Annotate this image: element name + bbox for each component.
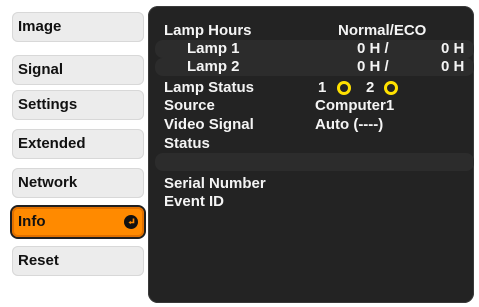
lamp-status-1-label: 1 xyxy=(318,79,327,96)
lamp-hours-label: Lamp Hours xyxy=(164,22,252,39)
menu-item-signal[interactable]: Signal xyxy=(12,55,144,85)
menu-item-label: Reset xyxy=(18,252,59,269)
lamp-hours-mode: Normal/ECO xyxy=(338,22,427,39)
menu-item-image[interactable]: Image xyxy=(12,12,144,42)
lamp-2-status-icon xyxy=(384,81,398,95)
video-signal-value: Auto (----) xyxy=(315,116,384,133)
menu-item-reset[interactable]: Reset xyxy=(12,246,144,276)
lamp2-label: Lamp 2 xyxy=(187,58,240,75)
lamp1-eco-hours: 0 H xyxy=(441,40,465,57)
enter-return-icon xyxy=(124,215,138,229)
menu-item-label: Info xyxy=(18,213,46,230)
menu-item-network[interactable]: Network xyxy=(12,168,144,198)
source-value: Computer1 xyxy=(315,97,395,114)
serial-number-label: Serial Number xyxy=(164,175,266,192)
status-label: Status xyxy=(164,135,210,152)
lamp1-label: Lamp 1 xyxy=(187,40,240,57)
video-signal-label: Video Signal xyxy=(164,116,254,133)
lamp-status-2-label: 2 xyxy=(366,79,375,96)
menu-item-settings[interactable]: Settings xyxy=(12,90,144,120)
lamp-status-label: Lamp Status xyxy=(164,79,255,96)
lamp-1-status-icon xyxy=(337,81,351,95)
source-label: Source xyxy=(164,97,215,114)
lamp2-eco-hours: 0 H xyxy=(441,58,465,75)
lamp2-normal-hours: 0 H / xyxy=(357,58,389,75)
event-id-label: Event ID xyxy=(164,193,225,210)
menu-item-label: Signal xyxy=(18,61,64,78)
projector-menu: Image Signal Settings Extended Network I… xyxy=(0,0,479,307)
menu-item-label: Network xyxy=(18,174,78,191)
menu-item-label: Image xyxy=(18,18,62,35)
sidebar-menu: Image Signal Settings Extended Network I… xyxy=(8,8,148,299)
lamp1-normal-hours: 0 H / xyxy=(357,40,389,57)
menu-item-info[interactable]: Info xyxy=(12,207,144,237)
menu-item-label: Settings xyxy=(18,96,78,113)
menu-item-label: Extended xyxy=(18,135,86,152)
row-blank-bg xyxy=(155,153,474,171)
menu-item-extended[interactable]: Extended xyxy=(12,129,144,159)
